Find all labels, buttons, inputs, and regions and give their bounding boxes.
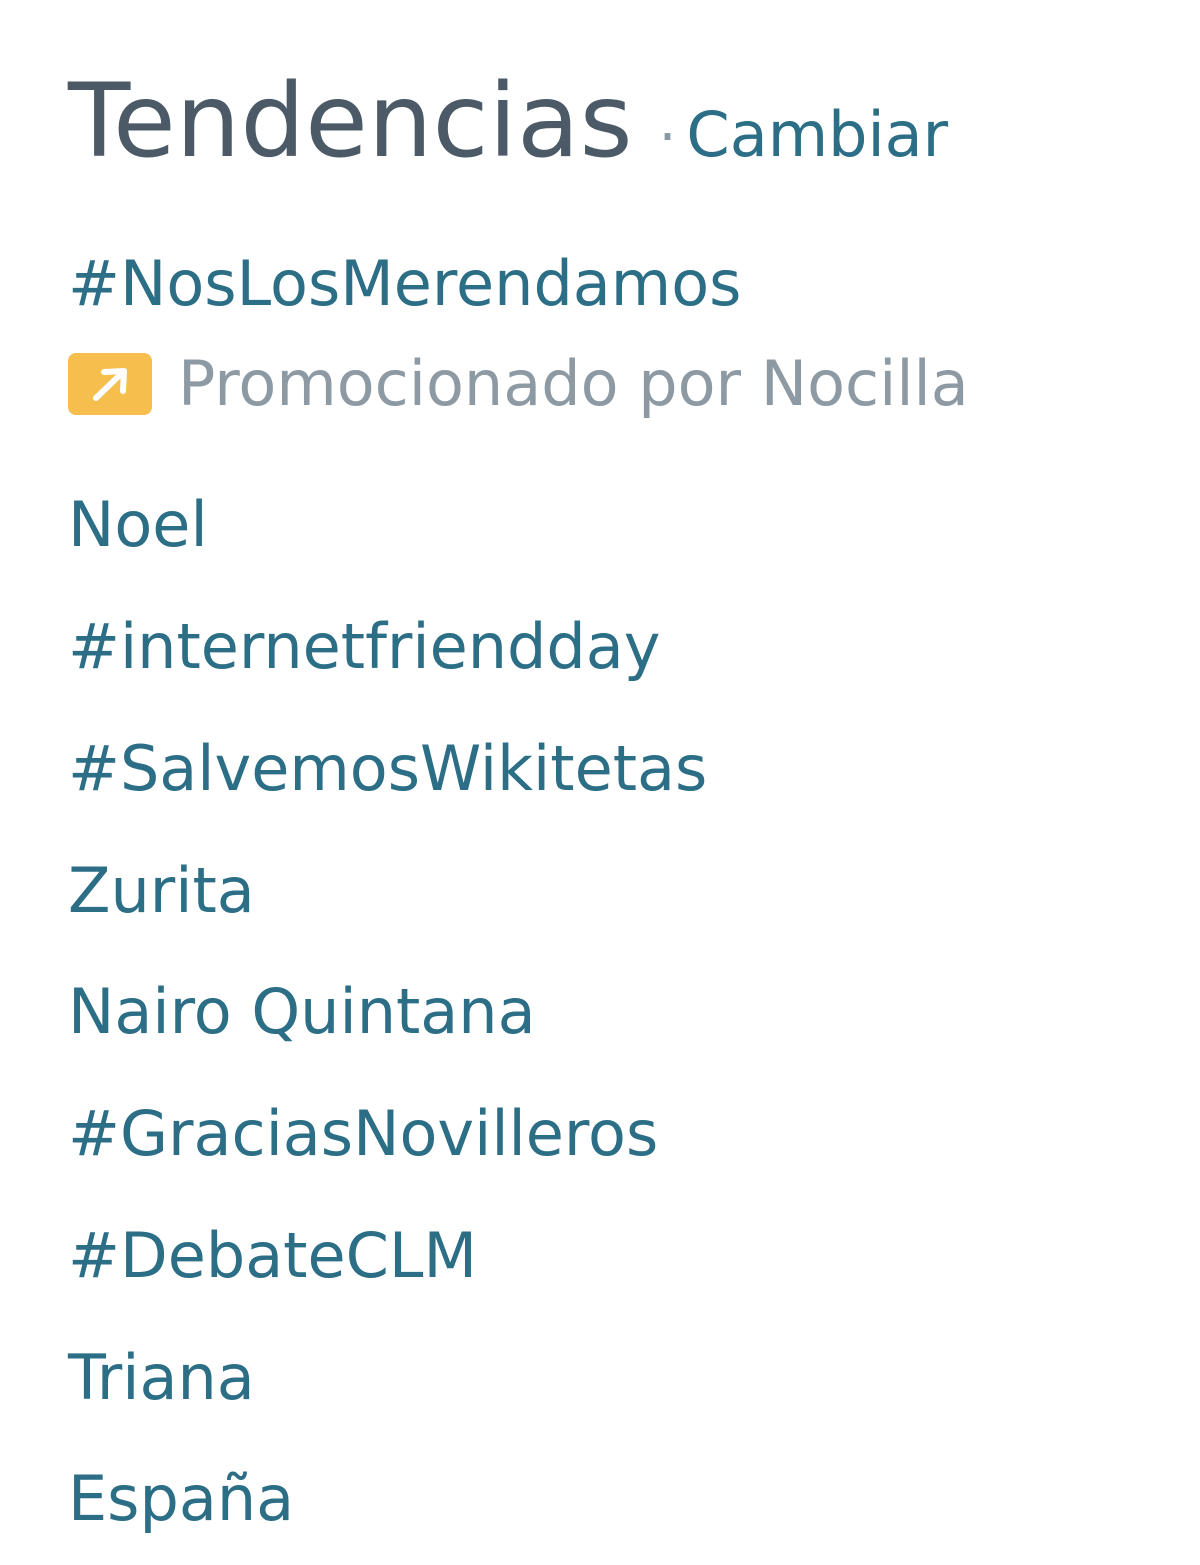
trend-item[interactable]: Noel [68, 487, 208, 563]
trend-item[interactable]: #DebateCLM [68, 1218, 477, 1294]
trend-item[interactable]: Triana [68, 1340, 255, 1416]
trend-item[interactable]: #internetfriendday [68, 609, 660, 685]
trend-item[interactable]: España [68, 1461, 294, 1537]
promoted-arrow-icon [68, 353, 152, 415]
change-trends-link[interactable]: Cambiar [686, 98, 948, 171]
trend-item[interactable]: Zurita [68, 853, 255, 929]
trend-item[interactable]: Nairo Quintana [68, 974, 536, 1050]
trends-title: Tendencias [68, 62, 633, 181]
trends-module: Tendencias · Cambiar #NosLosMerendamos Pro… [0, 0, 1200, 1565]
trends-header: Tendencias · Cambiar [68, 62, 948, 182]
trend-item[interactable]: #SalvemosWikitetas [68, 731, 707, 807]
promoted-by-label: Promocionado por Nocilla [178, 347, 969, 420]
trend-item[interactable]: #GraciasNovilleros [68, 1096, 658, 1172]
promoted-trend-link[interactable]: #NosLosMerendamos [68, 246, 741, 322]
promoted-by-row: Promocionado por Nocilla [68, 346, 969, 422]
header-separator: · [658, 105, 677, 170]
